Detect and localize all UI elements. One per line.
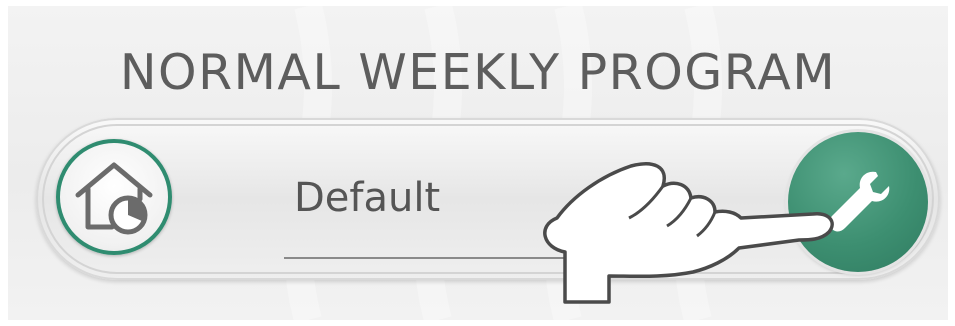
home-schedule-button[interactable] bbox=[56, 139, 172, 255]
home-schedule-icon bbox=[75, 162, 153, 235]
program-name-underline bbox=[284, 257, 584, 259]
program-selector[interactable]: Default bbox=[36, 118, 940, 280]
wrench-icon bbox=[829, 171, 890, 232]
page-title: NORMAL WEEKLY PROGRAM bbox=[119, 44, 837, 101]
program-name-field[interactable]: Default bbox=[294, 178, 440, 218]
program-panel: NORMAL WEEKLY PROGRAM Default bbox=[8, 6, 948, 320]
edit-program-button[interactable] bbox=[788, 132, 928, 272]
